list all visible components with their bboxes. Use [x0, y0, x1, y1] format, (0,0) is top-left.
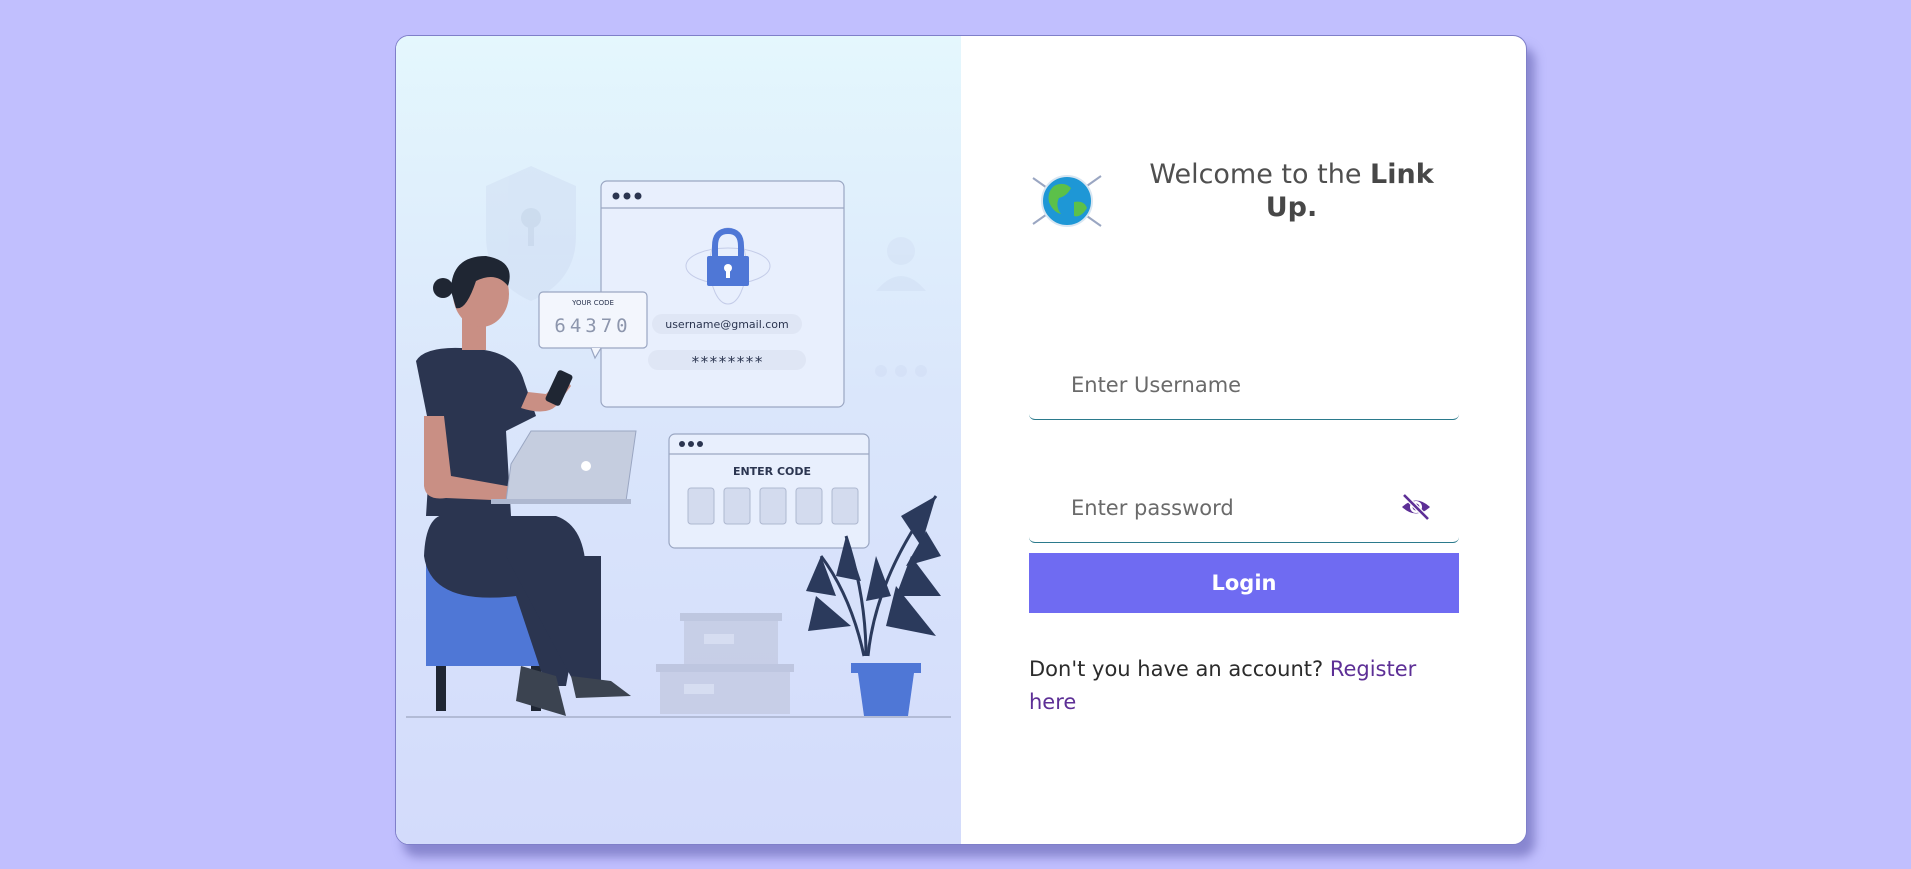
password-field — [1029, 472, 1459, 544]
welcome-heading: Welcome to the Link Up. — [1134, 158, 1449, 224]
email-text: username@gmail.com — [665, 318, 789, 331]
login-card: username@gmail.com ******** YOUR CODE 64… — [395, 35, 1527, 845]
username-input[interactable] — [1069, 349, 1393, 421]
eye-slash-icon[interactable] — [1399, 492, 1433, 522]
storage-boxes — [656, 613, 794, 714]
username-field — [1029, 349, 1459, 421]
login-illustration-panel: username@gmail.com ******** YOUR CODE 64… — [396, 36, 961, 844]
welcome-prefix: Welcome to the — [1149, 159, 1371, 190]
your-code-value: 64370 — [554, 315, 631, 337]
globe-logo-icon — [1032, 175, 1102, 227]
password-mask-text: ******** — [691, 353, 763, 371]
login-button[interactable]: Login — [1029, 553, 1459, 613]
enter-code-label: ENTER CODE — [733, 465, 811, 478]
enter-code-window: ENTER CODE — [668, 433, 870, 549]
login-form-panel: Welcome to the Link Up. Login Don't you … — [961, 36, 1526, 844]
register-prompt-text: Don't you have an account? — [1029, 657, 1330, 681]
your-code-label: YOUR CODE — [571, 299, 614, 307]
login-illustration: username@gmail.com ******** YOUR CODE 64… — [406, 166, 951, 718]
user-icon — [875, 237, 927, 377]
password-input[interactable] — [1069, 472, 1393, 544]
your-code-bubble: YOUR CODE 64370 — [538, 291, 648, 360]
brand-header: Welcome to the Link Up. — [1029, 158, 1449, 258]
register-prompt: Don't you have an account? Register here — [1029, 653, 1449, 719]
